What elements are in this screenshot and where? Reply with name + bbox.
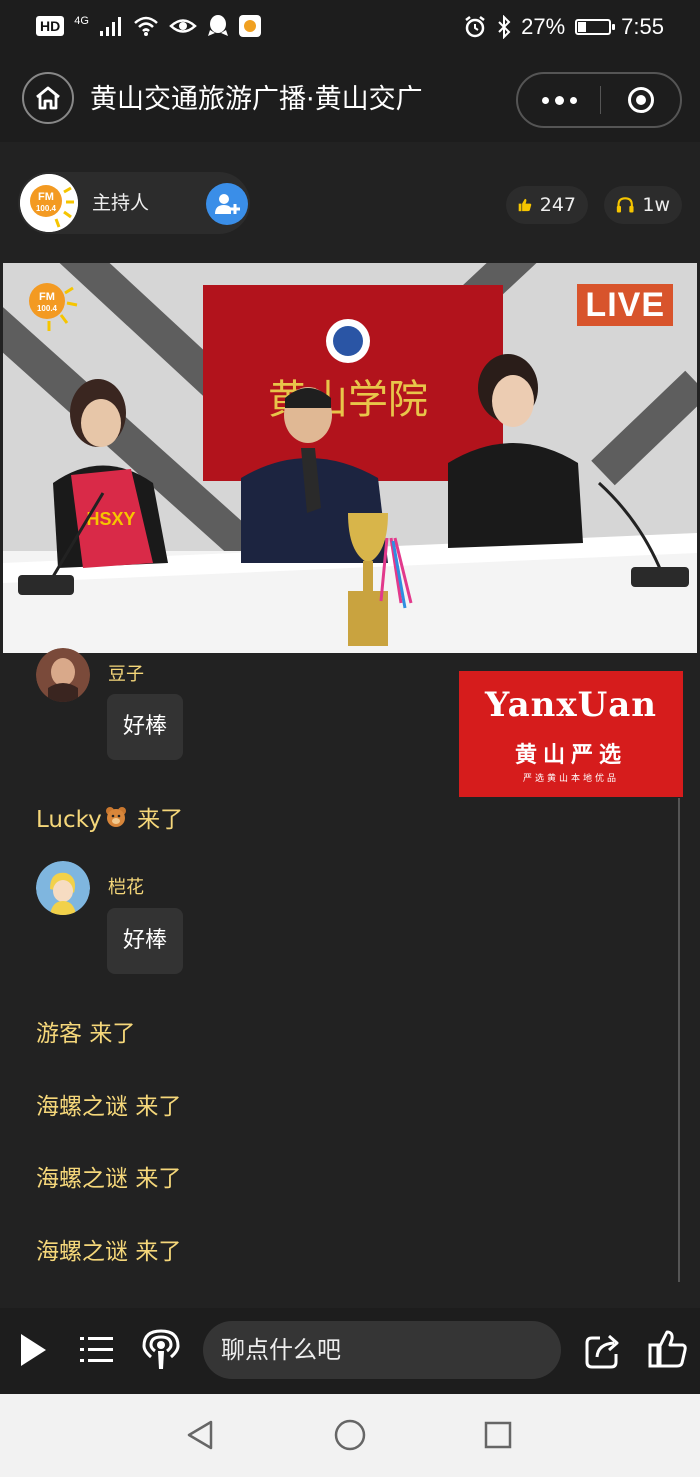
alarm-icon [465, 16, 485, 38]
join-verb: 来了 [135, 1166, 182, 1192]
signal-icon [99, 17, 121, 36]
ad-tagline: 严选黄山本地优品 [522, 774, 619, 784]
ad-title: YanxUan [484, 685, 658, 725]
add-user-icon [215, 194, 240, 214]
host-label: 主持人 [92, 192, 150, 214]
thumbs-up-icon [648, 1330, 687, 1368]
join-message: 海螺之谜 来了 [36, 1159, 181, 1193]
network-type: 4G [74, 14, 89, 27]
join-message: 海螺之谜 来了 [36, 1087, 181, 1121]
live-badge: LIVE [577, 284, 673, 326]
nav-recents-button[interactable] [482, 1419, 514, 1451]
join-verb: 来了 [135, 1094, 182, 1120]
home-circle-icon [334, 1419, 366, 1451]
user-avatar[interactable] [36, 861, 90, 915]
target-icon [627, 87, 654, 113]
join-username: 游客 [36, 1021, 82, 1047]
join-username: 海螺之谜 [36, 1166, 128, 1192]
status-left: HD 4G [36, 14, 261, 38]
listener-count-pill: 1w [604, 186, 682, 224]
svg-text:100.4: 100.4 [37, 304, 58, 313]
share-button[interactable] [582, 1328, 626, 1372]
nav-back-button[interactable] [183, 1416, 217, 1454]
ad-subtitle: 黄山严选 [514, 742, 627, 768]
status-right: 27% 7:55 [463, 14, 664, 40]
like-count: 247 [539, 194, 576, 216]
join-verb: 来了 [137, 807, 184, 833]
hd-badge: HD [36, 16, 65, 36]
svg-text:HSXY: HSXY [86, 509, 135, 529]
chat-scrollbar[interactable] [678, 798, 680, 1282]
clock: 7:55 [621, 14, 664, 39]
join-message: 游客 来了 [36, 1014, 135, 1048]
join-verb: 来了 [89, 1021, 136, 1047]
more-button[interactable] [518, 95, 600, 105]
chat-username: 桤花 [108, 877, 144, 898]
home-icon [36, 86, 60, 110]
svg-text:FM: FM [38, 191, 54, 203]
back-triangle-icon [187, 1420, 213, 1450]
more-dot [569, 96, 577, 104]
yanxuan-ad-banner[interactable]: YanxUan 黄山严选 严选黄山本地优品 [459, 671, 683, 797]
chat-username: 豆子 [108, 664, 144, 685]
miniprogram-capsule [516, 72, 682, 128]
join-verb: 来了 [135, 1239, 182, 1265]
recents-square-icon [484, 1421, 512, 1449]
battery-icon [575, 19, 616, 35]
join-message: Lucky 来了 [36, 800, 183, 834]
join-username: Lucky [36, 807, 102, 833]
play-icon [21, 1334, 46, 1366]
live-video[interactable]: 黄山学院 HSXY FM 100.4 LIVE [3, 263, 697, 653]
nav-home-button[interactable] [332, 1417, 368, 1453]
svg-text:FM: FM [39, 291, 55, 303]
like-button[interactable] [646, 1326, 690, 1372]
podcast-button[interactable] [140, 1328, 182, 1372]
battery-percent: 27% [521, 14, 566, 39]
battery-fill [578, 22, 587, 32]
list-icon [80, 1337, 113, 1362]
more-dot [554, 95, 564, 105]
avatar-photo [36, 648, 90, 702]
listener-count: 1w [642, 194, 670, 216]
bear-emoji-icon [104, 806, 128, 830]
app-notification-icon [238, 15, 261, 37]
host-avatar[interactable]: FM 100.4 [20, 174, 78, 232]
follow-button[interactable] [206, 183, 248, 225]
close-miniprogram-button[interactable] [601, 87, 680, 113]
playlist-button[interactable] [76, 1330, 116, 1370]
play-button[interactable] [16, 1330, 50, 1370]
page-title: 黄山交通旅游广播·黄山交广 [90, 84, 423, 115]
home-button[interactable] [22, 72, 74, 124]
avatar-cartoon [36, 861, 90, 915]
chat-input[interactable]: 聊点什么吧 [203, 1321, 561, 1379]
svg-text:100.4: 100.4 [36, 204, 57, 213]
share-icon [585, 1334, 619, 1369]
join-username: 海螺之谜 [36, 1094, 128, 1120]
join-username: 海螺之谜 [36, 1239, 128, 1265]
wifi-icon [134, 16, 158, 36]
qq-icon [207, 15, 228, 36]
headphones-icon [616, 197, 634, 213]
more-dot [541, 96, 549, 104]
chat-bubble: 好棒 [107, 694, 184, 760]
podcast-icon [142, 1329, 180, 1369]
user-avatar[interactable] [36, 648, 90, 702]
thumbs-up-icon [518, 198, 532, 212]
eye-icon [169, 19, 197, 33]
chat-bubble: 好棒 [107, 908, 184, 974]
bluetooth-icon [498, 15, 511, 39]
like-count-pill[interactable]: 247 [506, 186, 588, 224]
join-message: 海螺之谜 来了 [36, 1232, 181, 1266]
fm-logo-icon: FM 100.4 [20, 174, 78, 232]
